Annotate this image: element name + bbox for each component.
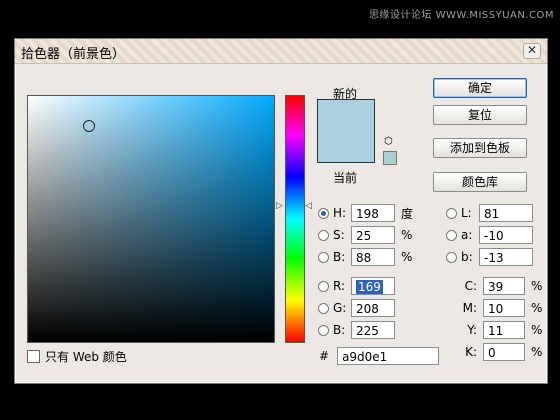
rgb-b-row: B: 225: [318, 321, 395, 339]
hsb-h-label: H:: [333, 206, 347, 220]
color-field-cursor[interactable]: [83, 120, 95, 132]
hsb-s-label: S:: [333, 228, 345, 242]
hsb-s-input[interactable]: 25: [351, 226, 395, 244]
hsb-h-unit: 度: [401, 206, 414, 221]
dialog-title: 拾色器（前景色）: [21, 47, 126, 62]
ok-button[interactable]: 确定: [433, 78, 527, 98]
hex-row: # a9d0e1: [319, 347, 440, 365]
cmyk-m-label: M:: [462, 301, 477, 315]
screenshot-stage: 思缘设计论坛 WWW.MISSYUAN.COM 拾色器（前景色） ✕ ▷ ◁ 只…: [0, 0, 560, 420]
web-cube-icon[interactable]: ⬡: [384, 137, 394, 147]
cmyk-k-row: K: 0 %: [457, 343, 542, 361]
only-web-colors-label: 只有 Web 颜色: [45, 350, 127, 364]
cmyk-c-row: C: 39 %: [457, 277, 542, 295]
rgb-g-input[interactable]: 208: [351, 299, 395, 317]
lab-a-label: a:: [461, 228, 473, 242]
lab-b-row: b: -13: [446, 248, 533, 266]
reset-button[interactable]: 复位: [433, 105, 527, 125]
rgb-b-label: B:: [333, 323, 346, 337]
hsb-h-radio[interactable]: [318, 207, 329, 219]
cmyk-y-input[interactable]: 11: [483, 321, 525, 339]
hsb-h-input[interactable]: 198: [351, 204, 395, 222]
rgb-r-value-selected[interactable]: 169: [356, 280, 383, 294]
cmyk-y-label: Y:: [467, 323, 477, 337]
rgb-b-radio[interactable]: [318, 324, 329, 336]
hsb-b-unit: %: [401, 250, 413, 264]
new-current-color-swatch: [317, 99, 375, 163]
hue-slider[interactable]: [285, 95, 305, 343]
rgb-r-radio[interactable]: [318, 280, 329, 292]
rgb-g-radio[interactable]: [318, 302, 329, 314]
lab-a-input[interactable]: -10: [479, 226, 533, 244]
cmyk-m-input[interactable]: 10: [483, 299, 525, 317]
hue-slider-left-arrow[interactable]: ▷: [276, 201, 283, 211]
rgb-g-label: G:: [333, 301, 347, 315]
lab-b-label: b:: [461, 250, 473, 264]
rgb-g-row: G: 208: [318, 299, 395, 317]
lab-l-label: L:: [461, 206, 472, 220]
color-field[interactable]: [27, 95, 275, 343]
cmyk-c-unit: %: [531, 279, 543, 293]
cmyk-y-unit: %: [531, 323, 543, 337]
rgb-b-input[interactable]: 225: [351, 321, 395, 339]
hex-label: #: [319, 349, 330, 363]
hsb-b-radio[interactable]: [318, 251, 329, 263]
hsb-s-unit: %: [401, 228, 413, 242]
cmyk-c-input[interactable]: 39: [483, 277, 525, 295]
lab-b-input[interactable]: -13: [479, 248, 533, 266]
color-picker-dialog: 拾色器（前景色） ✕ ▷ ◁ 只有 Web 颜色 新的 当前 ⬡ 确定 复位 添…: [14, 38, 548, 384]
cmyk-y-row: Y: 11 %: [457, 321, 542, 339]
lab-b-radio[interactable]: [446, 251, 457, 263]
lab-l-radio[interactable]: [446, 207, 457, 219]
add-to-swatches-button[interactable]: 添加到色板: [433, 138, 527, 158]
rgb-r-row: R: 169: [318, 277, 395, 295]
hsb-s-row: S: 25 %: [318, 226, 412, 244]
hsb-s-radio[interactable]: [318, 229, 329, 241]
lab-a-radio[interactable]: [446, 229, 457, 241]
title-bar: 拾色器（前景色） ✕: [15, 39, 547, 64]
hsb-h-row: H: 198 度: [318, 204, 413, 222]
current-color-label: 当前: [333, 171, 358, 185]
hex-input[interactable]: a9d0e1: [337, 347, 440, 365]
cmyk-m-row: M: 10 %: [457, 299, 542, 317]
rgb-r-input[interactable]: 169: [351, 277, 395, 295]
watermark: 思缘设计论坛 WWW.MISSYUAN.COM: [368, 10, 554, 21]
close-icon[interactable]: ✕: [523, 43, 541, 59]
hsb-b-row: B: 88 %: [318, 248, 412, 266]
only-web-colors-checkbox[interactable]: [27, 350, 40, 363]
rgb-r-label: R:: [333, 279, 346, 293]
lab-l-input[interactable]: 81: [479, 204, 533, 222]
lab-l-row: L: 81: [446, 204, 533, 222]
cmyk-k-unit: %: [531, 345, 543, 359]
cmyk-k-input[interactable]: 0: [483, 343, 525, 361]
cmyk-m-unit: %: [531, 301, 543, 315]
only-web-colors-option[interactable]: 只有 Web 颜色: [27, 348, 127, 365]
lab-a-row: a: -10: [446, 226, 533, 244]
hsb-b-input[interactable]: 88: [351, 248, 395, 266]
web-safe-color-swatch[interactable]: [383, 151, 397, 165]
cmyk-k-label: K:: [465, 345, 477, 359]
hue-slider-right-arrow[interactable]: ◁: [305, 201, 312, 211]
color-libraries-button[interactable]: 颜色库: [433, 172, 527, 192]
hsb-b-label: B:: [333, 250, 346, 264]
cmyk-c-label: C:: [464, 279, 477, 293]
